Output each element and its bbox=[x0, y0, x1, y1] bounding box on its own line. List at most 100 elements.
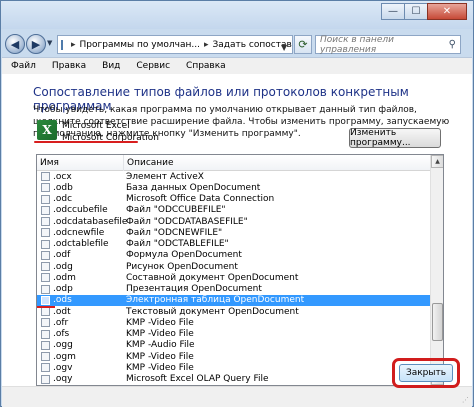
list-item[interactable]: .odm Составной документ OpenDocument bbox=[37, 272, 431, 283]
list-item[interactable]: .odf Формула OpenDocument bbox=[37, 250, 431, 261]
file-extension: .ocx bbox=[53, 171, 72, 182]
breadcrumb-default-programs[interactable]: Программы по умолчан... bbox=[80, 40, 200, 50]
maximize-button[interactable]: ☐ bbox=[404, 3, 428, 20]
column-header-description[interactable]: Описание bbox=[124, 155, 431, 171]
minimize-button[interactable]: — bbox=[381, 3, 405, 20]
address-bar[interactable]: ▸ Программы по умолчан... ▸ Задать сопос… bbox=[57, 35, 293, 54]
forward-arrow-icon[interactable]: ▶ bbox=[26, 34, 46, 54]
file-extension: .odb bbox=[53, 182, 73, 193]
excel-icon: X bbox=[37, 120, 57, 140]
list-item[interactable]: .odccubefile Файл "ODCCUBEFILE" bbox=[37, 205, 431, 216]
file-type-icon bbox=[41, 374, 50, 384]
title-bar[interactable]: — ☐ ✕ bbox=[1, 1, 473, 29]
list-item[interactable]: .ods Электронная таблица OpenDocument bbox=[37, 294, 431, 306]
list-item[interactable]: .ogm KMP -Video File bbox=[37, 351, 431, 362]
file-type-icon bbox=[41, 183, 50, 193]
scrollbar-thumb[interactable] bbox=[432, 303, 443, 341]
list-item[interactable]: .odt Текстовый документ OpenDocument bbox=[37, 306, 431, 317]
file-extension: .odccubefile bbox=[53, 205, 108, 216]
list-item[interactable]: .ocx Элемент ActiveX bbox=[37, 171, 431, 182]
file-extension: .odm bbox=[53, 272, 76, 283]
window-close-button[interactable]: ✕ bbox=[427, 3, 467, 20]
file-type-icon bbox=[41, 307, 50, 316]
file-description: Microsoft Office Data Connection bbox=[126, 194, 275, 205]
list-item[interactable]: .odb База данных OpenDocument bbox=[37, 182, 431, 193]
list-item[interactable]: .ogg KMP -Audio File bbox=[37, 340, 431, 351]
list-item[interactable]: .odp Презентация OpenDocument bbox=[37, 284, 431, 295]
list-item[interactable]: .oqy Microsoft Excel OLAP Query File bbox=[37, 374, 431, 385]
file-type-icon bbox=[41, 352, 50, 361]
menu-view[interactable]: Вид bbox=[102, 61, 120, 71]
file-extension: .ods bbox=[53, 295, 72, 306]
list-item[interactable]: .ogv KMP -Video File bbox=[37, 362, 431, 373]
file-type-icon bbox=[41, 329, 50, 339]
file-types-list[interactable]: Имя Описание .ocx Элемент ActiveX .odb База… bbox=[36, 154, 444, 386]
address-dropdown-icon[interactable]: ▼ bbox=[281, 39, 287, 56]
file-description: KMP -Video File bbox=[126, 329, 194, 340]
highlight-ring bbox=[392, 358, 460, 388]
file-extension: .odctablefile bbox=[53, 239, 109, 250]
file-extension: .oqy bbox=[53, 374, 73, 385]
menu-help[interactable]: Справка bbox=[186, 61, 226, 71]
list-item[interactable]: .odcnewfile Файл "ODCNEWFILE" bbox=[37, 227, 431, 238]
file-type-icon bbox=[41, 284, 50, 294]
list-item[interactable]: .odcdatabasefile Файл "ODCDATABASEFILE" bbox=[37, 216, 431, 227]
file-type-icon bbox=[41, 273, 50, 283]
resize-grip-icon[interactable]: ⋰ bbox=[462, 396, 469, 404]
scroll-up-icon[interactable]: ▲ bbox=[431, 155, 443, 168]
file-extension: .ogm bbox=[53, 351, 76, 362]
list-item[interactable]: .odg Рисунок OpenDocument bbox=[37, 261, 431, 272]
file-type-icon bbox=[41, 239, 50, 249]
file-description: KMP -Audio File bbox=[126, 340, 195, 351]
menu-file[interactable]: Файл bbox=[11, 61, 36, 71]
column-header-name[interactable]: Имя bbox=[37, 155, 124, 171]
list-item[interactable]: .ofr KMP -Video File bbox=[37, 317, 431, 328]
list-item[interactable]: .ofs KMP -Video File bbox=[37, 329, 431, 340]
recent-pages-dropdown-icon[interactable]: ▼ bbox=[47, 39, 52, 47]
file-type-icon bbox=[41, 194, 50, 204]
file-extension: .odt bbox=[53, 306, 71, 317]
file-description: Файл "ODCDATABASEFILE" bbox=[126, 216, 248, 227]
main-content: Сопоставление типов файлов или протоколо… bbox=[2, 74, 472, 386]
breadcrumb-separator-icon: ▸ bbox=[203, 39, 209, 50]
file-type-icon bbox=[41, 250, 50, 260]
file-type-icon bbox=[41, 363, 50, 373]
file-extension: .ofr bbox=[53, 317, 69, 328]
file-type-icon bbox=[41, 228, 50, 238]
vertical-scrollbar[interactable]: ▲ ▼ bbox=[430, 155, 443, 385]
list-item[interactable]: .odctablefile Файл "ODCTABLEFILE" bbox=[37, 239, 431, 250]
control-panel-icon bbox=[61, 39, 63, 50]
highlight-underline bbox=[37, 306, 55, 308]
search-placeholder: Поиск в панели управления bbox=[320, 34, 394, 55]
file-description: KMP -Video File bbox=[126, 362, 194, 373]
set-associations-window: — ☐ ✕ ◀ ▶ ▼ ▸ Программы по умолчан... ▸ … bbox=[0, 0, 474, 407]
menu-edit[interactable]: Правка bbox=[52, 61, 86, 71]
window-controls: — ☐ ✕ bbox=[381, 3, 467, 20]
dialog-footer: ⋰ bbox=[2, 386, 472, 407]
file-description: База данных OpenDocument bbox=[126, 182, 261, 193]
change-program-button[interactable]: Изменить программу... bbox=[349, 128, 441, 148]
file-extension: .ogv bbox=[53, 362, 73, 373]
file-description: Файл "ODCCUBEFILE" bbox=[126, 205, 226, 216]
highlight-underline bbox=[34, 141, 138, 143]
file-type-icon bbox=[41, 172, 50, 181]
file-description: Формула OpenDocument bbox=[126, 250, 242, 261]
back-arrow-icon[interactable]: ◀ bbox=[5, 34, 25, 54]
file-extension: .odc bbox=[53, 194, 73, 205]
list-item[interactable]: .odc Microsoft Office Data Connection bbox=[37, 194, 431, 205]
file-type-icon bbox=[41, 340, 50, 350]
navigation-bar: ◀ ▶ ▼ ▸ Программы по умолчан... ▸ Задать… bbox=[1, 33, 473, 55]
file-description: Презентация OpenDocument bbox=[126, 284, 262, 295]
search-input[interactable]: Поиск в панели управления ⚲ bbox=[315, 34, 461, 55]
menu-tools[interactable]: Сервис bbox=[136, 61, 170, 71]
file-type-icon bbox=[41, 217, 50, 226]
refresh-icon[interactable]: ⟳ bbox=[294, 35, 312, 54]
file-type-icon bbox=[41, 205, 50, 215]
file-description: Электронная таблица OpenDocument bbox=[126, 295, 305, 306]
file-description: Файл "ODCTABLEFILE" bbox=[126, 239, 229, 250]
search-icon[interactable]: ⚲ bbox=[449, 39, 456, 50]
file-description: KMP -Video File bbox=[126, 351, 194, 362]
file-description: Microsoft Excel OLAP Query File bbox=[126, 374, 269, 385]
file-description: Текстовый документ OpenDocument bbox=[126, 306, 299, 317]
file-description: Составной документ OpenDocument bbox=[126, 272, 299, 283]
